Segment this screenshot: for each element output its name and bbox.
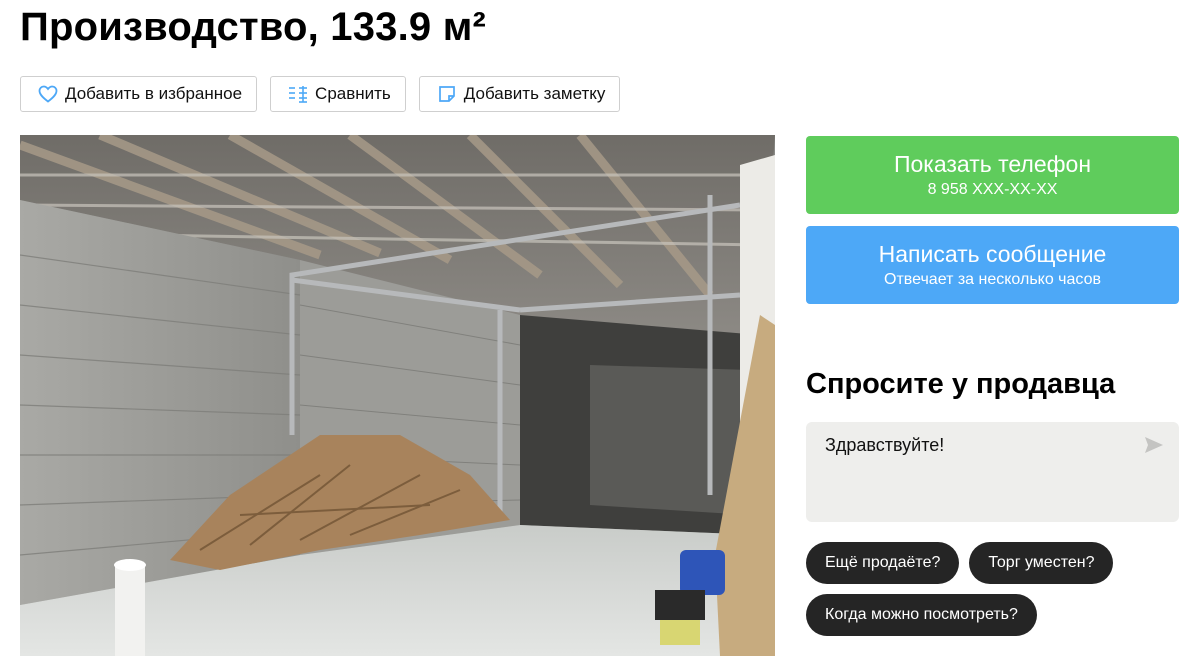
show-phone-label: Показать телефон (893, 151, 1092, 177)
add-note-button[interactable]: Добавить заметку (418, 76, 621, 112)
seller-message-input[interactable]: Здравствуйте! (806, 422, 1179, 522)
add-note-label: Добавить заметку (463, 84, 606, 103)
quick-question-chip[interactable]: Ещё продаёте? (806, 542, 960, 584)
quick-questions: Ещё продаёте? Торг уместен? Когда можно … (806, 542, 1179, 636)
quick-question-chip[interactable]: Когда можно посмотреть? (806, 594, 1037, 636)
note-icon (436, 83, 458, 105)
seller-message-text: Здравствуйте! (825, 435, 945, 455)
masked-phone-number: 8 958 XXX-XX-XX (927, 181, 1058, 198)
compare-label: Сравнить (315, 84, 391, 103)
ask-seller-title: Спросите у продавца (806, 368, 1116, 400)
page-title: Производство, 133.9 м² (20, 5, 487, 49)
listing-photo[interactable] (20, 135, 775, 656)
listing-actions: Добавить в избранное Сравнить Добавить з… (20, 76, 621, 112)
quick-question-chip[interactable]: Торг уместен? (969, 542, 1114, 584)
add-to-favorites-label: Добавить в избранное (65, 84, 243, 103)
compare-icon (287, 83, 309, 105)
response-time-note: Отвечает за несколько часов (884, 271, 1101, 288)
write-message-label: Написать сообщение (878, 241, 1107, 267)
add-to-favorites-button[interactable]: Добавить в избранное (20, 76, 258, 112)
heart-icon (37, 83, 59, 105)
send-icon[interactable] (1143, 434, 1165, 456)
write-message-button[interactable]: Написать сообщение Отвечает за несколько… (806, 226, 1179, 304)
contact-panel: Показать телефон 8 958 XXX-XX-XX Написат… (806, 136, 1179, 304)
compare-button[interactable]: Сравнить (270, 76, 406, 112)
show-phone-button[interactable]: Показать телефон 8 958 XXX-XX-XX (806, 136, 1179, 214)
